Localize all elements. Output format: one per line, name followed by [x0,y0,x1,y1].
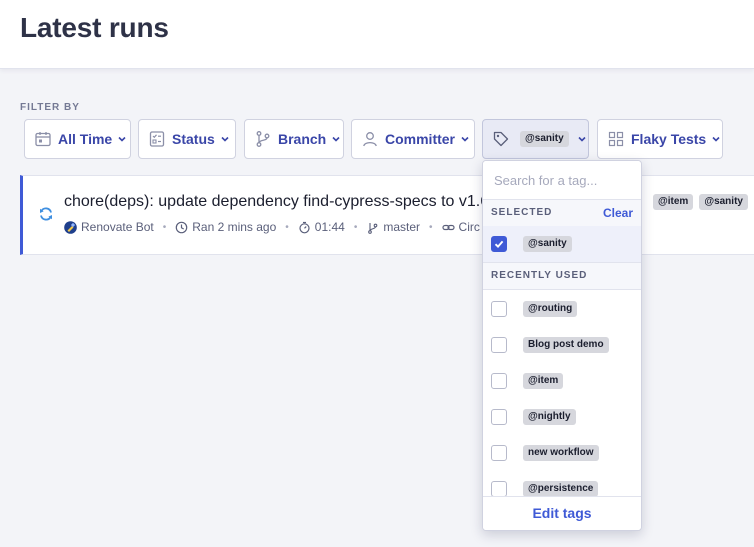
tag-option[interactable]: new workflow [483,435,641,471]
checklist-icon [148,130,166,148]
run-tags: @item @sanity [653,194,748,210]
run-tag: @item [653,194,694,210]
filter-branch-button[interactable]: Branch [244,119,344,159]
checkbox[interactable] [491,445,507,461]
clock-icon [175,221,188,234]
selected-section-header: SELECTED Clear [483,199,641,227]
run-duration: 01:44 [314,220,345,234]
recent-header-label: RECENTLY USED [491,270,588,281]
chevron-down-icon [711,134,721,144]
tag-option-label: @sanity [523,236,572,252]
checkbox[interactable] [491,409,507,425]
filter-all-time-label: All Time [58,131,113,147]
tag-option[interactable]: @nightly [483,399,641,435]
run-branch: master [383,220,421,234]
run-tag: @sanity [699,194,748,210]
running-sync-icon [38,206,54,222]
calendar-icon [34,130,52,148]
tag-option-label: @nightly [523,409,576,425]
filter-tags-button[interactable]: @sanity [482,119,589,159]
meta-separator: • [429,221,433,233]
filter-flaky-tests-button[interactable]: Flaky Tests [597,119,723,159]
user-icon [361,130,379,148]
checkbox-checked[interactable] [491,236,507,252]
flaky-grid-icon [607,130,625,148]
stopwatch-icon [298,221,311,234]
link-icon [441,221,455,234]
run-time-ago: Ran 2 mins ago [192,220,277,234]
filter-flaky-tests-label: Flaky Tests [631,131,707,147]
filter-all-time-button[interactable]: All Time [24,119,131,159]
tag-option-label: new workflow [523,445,599,461]
checkbox[interactable] [491,301,507,317]
tag-option[interactable]: @routing [483,291,641,327]
filter-committer-label: Committer [385,131,456,147]
chevron-down-icon [577,134,587,144]
run-author: Renovate Bot [81,220,154,234]
tag-filter-dropdown: SELECTED Clear @sanity RECENTLY USED @ro… [482,160,642,531]
bot-avatar [64,220,77,234]
git-branch-icon [254,130,272,148]
tag-search-input[interactable] [483,161,641,199]
chevron-down-icon [220,134,230,144]
tag-option-label: @item [523,373,564,389]
page-title: Latest runs [20,12,169,43]
tag-icon [492,130,510,148]
selected-header-label: SELECTED [491,207,553,218]
filter-committer-button[interactable]: Committer [351,119,475,159]
recently-used-section-header: RECENTLY USED [483,262,641,290]
run-row[interactable]: chore(deps): update dependency find-cypr… [20,175,754,255]
tag-option[interactable]: @item [483,363,641,399]
tag-option[interactable]: Blog post demo [483,327,641,363]
meta-separator: • [285,221,289,233]
checkbox[interactable] [491,373,507,389]
branch-icon [366,221,379,234]
filter-by-label: FILTER BY [20,102,80,113]
chevron-down-icon [460,134,470,144]
chevron-down-icon [331,134,341,144]
run-title[interactable]: chore(deps): update dependency find-cypr… [64,193,489,211]
filter-status-button[interactable]: Status [138,119,236,159]
checkbox[interactable] [491,337,507,353]
meta-separator: • [162,221,167,233]
chevron-down-icon [117,134,127,144]
checkbox[interactable] [491,481,507,497]
run-meta: Renovate Bot • Ran 2 mins ago • 01:44 • … [64,220,480,234]
page-header: Latest runs [0,0,754,69]
tag-option-label: @persistence [523,481,599,497]
filter-branch-label: Branch [278,131,327,147]
tag-option-selected[interactable]: @sanity [483,226,641,262]
clear-button[interactable]: Clear [603,200,633,226]
run-ci-provider: Circ [458,220,480,234]
meta-separator: • [353,221,358,233]
filter-status-label: Status [172,131,215,147]
edit-tags-button[interactable]: Edit tags [483,496,641,530]
tag-option-label: Blog post demo [523,337,609,353]
checkmark-icon [494,240,504,248]
selected-tag-chip: @sanity [520,131,569,147]
tag-option-label: @routing [523,301,578,317]
